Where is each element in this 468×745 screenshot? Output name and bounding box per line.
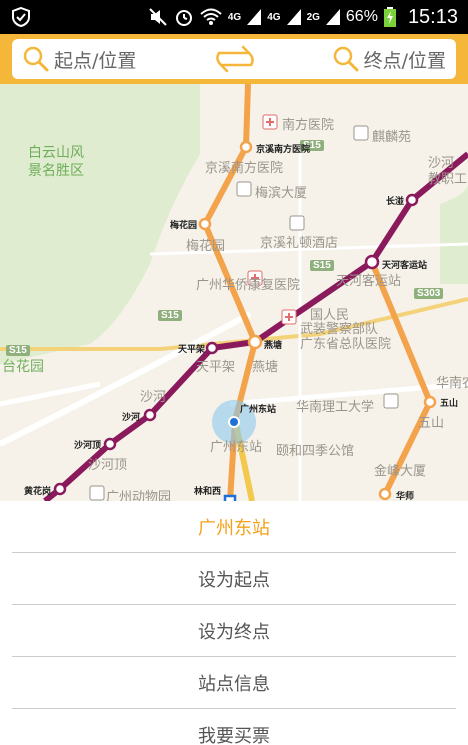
place-label: 梅花园 xyxy=(186,239,226,254)
place-label: 天平架 xyxy=(196,360,236,375)
station-jingxi[interactable] xyxy=(239,140,253,154)
network-type-2: 4G xyxy=(267,11,281,23)
station-label: 沙河 xyxy=(122,413,141,423)
place-label: 南方医院 xyxy=(282,118,335,133)
sheet-title: 广州东站 xyxy=(12,501,456,553)
set-as-end-button[interactable]: 设为终点 xyxy=(12,605,456,657)
place-label: 燕塘 xyxy=(252,360,279,375)
station-tianhe-keyunzhan[interactable] xyxy=(364,254,380,270)
mute-icon xyxy=(149,8,167,26)
network-type-1: 4G xyxy=(227,11,242,23)
station-label: 燕塘 xyxy=(264,341,283,351)
station-label: 梅花园 xyxy=(170,221,198,231)
place-label: 广州动物园 xyxy=(106,490,172,501)
start-point-placeholder: 起点/位置 xyxy=(54,49,137,72)
place-label: 京溪南方医院 xyxy=(205,161,284,176)
search-icon xyxy=(333,46,359,72)
station-huanghuagang[interactable] xyxy=(53,482,67,496)
road-badge: S15 xyxy=(6,345,30,356)
buy-ticket-button[interactable]: 我要买票 xyxy=(12,709,456,745)
road-badge: S15 xyxy=(158,310,182,321)
station-yantang[interactable] xyxy=(247,334,263,350)
station-label: 长湴 xyxy=(386,197,405,207)
station-label: 天河客运站 xyxy=(382,261,428,271)
station-tianpingjia[interactable] xyxy=(205,341,219,355)
place-label: 教职工 xyxy=(428,172,468,187)
metro-map[interactable]: 南方医院 麒麟苑 白云山风 景名胜区 京溪南方医院 梅滨大厦 沙河 教职工 梅花… xyxy=(0,84,468,501)
place-label: 景名胜区 xyxy=(28,163,84,179)
station-changban[interactable] xyxy=(405,193,419,207)
place-label: 沙河 xyxy=(140,390,167,405)
place-label: 颐和四季公馆 xyxy=(276,444,355,459)
place-label: 白云山风 xyxy=(28,145,84,161)
place-label: 广东省总队医院 xyxy=(300,337,392,352)
station-label: 广州东站 xyxy=(240,405,277,415)
park-area xyxy=(440,184,468,284)
place-label: 麒麟苑 xyxy=(372,130,412,145)
station-label: 五山 xyxy=(440,399,459,409)
route-search-bar: 起点/位置 终点/位置 xyxy=(0,34,468,84)
station-label: 京溪南方医院 xyxy=(256,145,311,155)
place-label: 金峰大厦 xyxy=(374,464,427,479)
station-action-sheet: 广州东站 设为起点 设为终点 站点信息 我要买票 xyxy=(0,501,468,745)
place-label: 五山 xyxy=(418,416,445,431)
clock: 15:13 xyxy=(407,5,458,28)
station-label: 林和西 xyxy=(194,487,222,497)
signal-icon xyxy=(286,9,301,25)
place-label: 广州华侨康复医院 xyxy=(196,278,301,293)
station-label: 天平架 xyxy=(178,345,206,355)
signal-icon xyxy=(247,9,262,25)
station-label: 黄花岗 xyxy=(24,487,52,497)
route-search-box: 起点/位置 终点/位置 xyxy=(12,39,456,79)
swap-icon[interactable] xyxy=(215,43,255,75)
place-label: 梅滨大厦 xyxy=(255,186,308,201)
current-location-dot xyxy=(228,416,240,428)
end-point-placeholder: 终点/位置 xyxy=(363,49,446,72)
end-point-field[interactable]: 终点/位置 xyxy=(332,45,446,73)
station-wushan[interactable] xyxy=(423,395,437,409)
search-icon xyxy=(23,46,49,72)
status-bar: 4G 4G 2G 66% 15:13 xyxy=(0,0,468,34)
road-badge: S15 xyxy=(310,260,334,271)
battery-charging-icon xyxy=(383,7,396,27)
place-label: 华南农 xyxy=(436,376,468,391)
place-label: 京溪礼顿酒店 xyxy=(260,236,339,251)
set-as-start-button[interactable]: 设为起点 xyxy=(12,553,456,605)
station-label: 沙河顶 xyxy=(74,441,102,451)
alarm-icon xyxy=(175,10,192,26)
station-shaheding[interactable] xyxy=(103,437,117,451)
network-type-3: 2G xyxy=(306,11,320,23)
place-label: 台花园 xyxy=(2,359,44,375)
battery-percent: 66% xyxy=(345,8,378,25)
wifi-icon xyxy=(200,8,222,25)
station-huashi[interactable] xyxy=(378,487,392,501)
start-point-field[interactable]: 起点/位置 xyxy=(22,45,136,73)
signal-icon xyxy=(325,9,340,25)
place-label: 华南理工大学 xyxy=(296,400,375,415)
road-badge: S303 xyxy=(414,288,444,299)
shield-icon xyxy=(12,6,30,28)
station-label: 华师 xyxy=(396,492,415,501)
station-shahe[interactable] xyxy=(143,408,157,422)
place-label: 广州东站 xyxy=(210,440,263,455)
place-label: 沙河顶 xyxy=(88,458,128,473)
station-info-button[interactable]: 站点信息 xyxy=(12,657,456,709)
place-label: 天河客运站 xyxy=(336,274,402,289)
station-meihuayuan[interactable] xyxy=(198,217,212,231)
